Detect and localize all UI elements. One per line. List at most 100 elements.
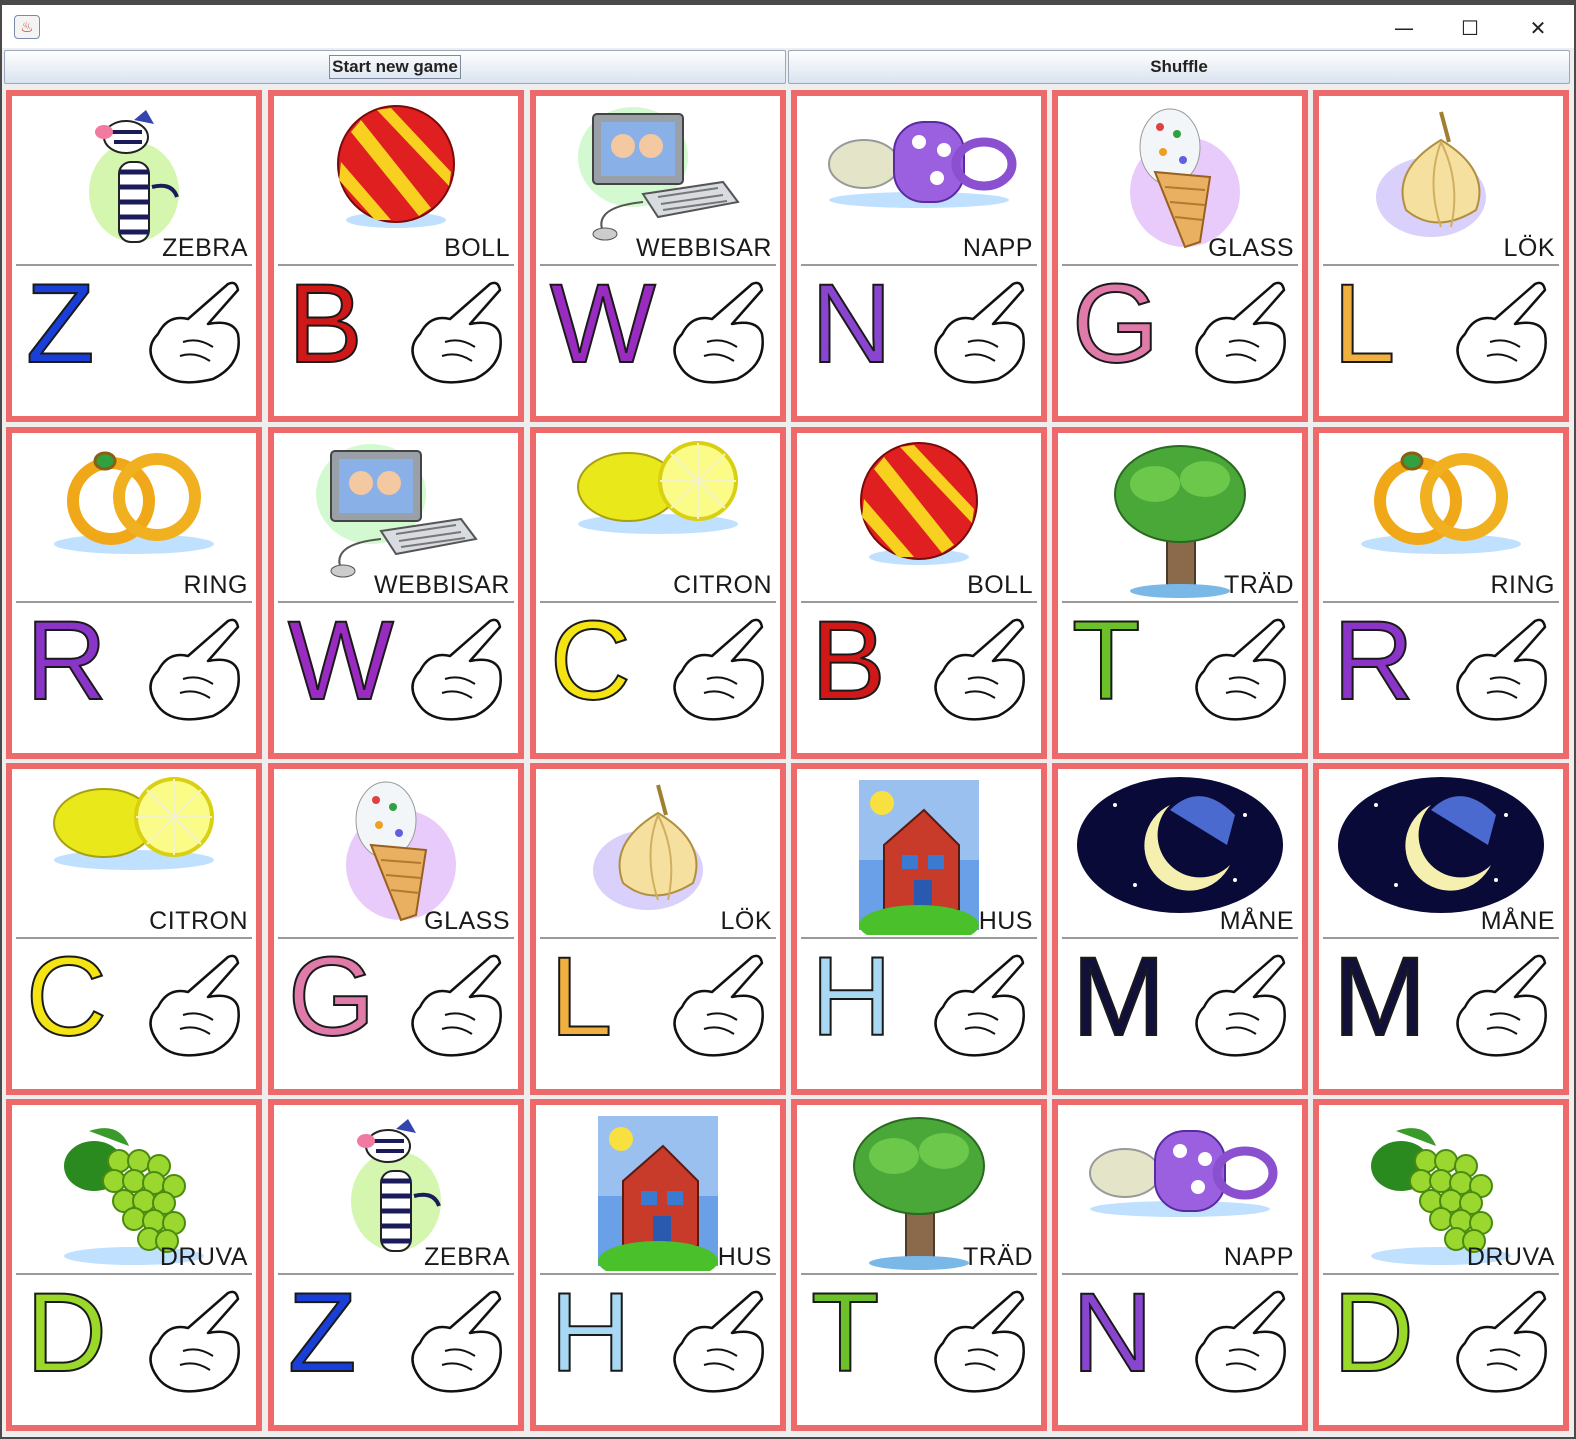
pacifier-icon [1058,1105,1302,1265]
card[interactable]: WEBBISAR W [268,427,524,759]
card[interactable]: BOLL B [268,90,524,422]
card[interactable]: GLASS G [268,763,524,1095]
onion-icon [536,769,780,929]
card[interactable]: HUS H [791,763,1047,1095]
card[interactable]: CITRON C [6,763,262,1095]
start-new-game-button[interactable]: Start new game [4,50,786,84]
lemon-icon [536,433,780,593]
card-word: BOLL [967,571,1033,599]
card-letter: R [25,598,108,723]
hand-sign-icon [1184,274,1294,399]
minimize-button[interactable]: — [1376,9,1432,47]
maximize-button[interactable]: ☐ [1442,9,1498,47]
card[interactable]: NAPP N [1052,1099,1308,1431]
card[interactable]: GLASS G [1052,90,1308,422]
card-word: WEBBISAR [636,234,772,262]
hand-sign-icon [1184,1283,1294,1408]
hand-sign-icon [1445,274,1555,399]
card[interactable]: LÖK L [530,763,786,1095]
hand-sign-icon [400,1283,510,1408]
card-letter: T [810,1270,880,1395]
hand-sign-icon [662,611,772,736]
card-letter: D [25,1270,108,1395]
card-word: BOLL [444,234,510,262]
card[interactable]: HUS H [530,1099,786,1431]
onion-icon [1319,96,1563,256]
card-word: TRÄD [1223,571,1294,599]
card-word: NAPP [1223,1243,1294,1271]
card-word: RING [183,571,248,599]
card[interactable]: MÅNE M [1313,763,1569,1095]
start-new-game-label: Start new game [329,55,461,79]
close-button[interactable]: ✕ [1510,9,1566,47]
zebra-icon [274,1105,518,1265]
card-word: CITRON [149,907,248,935]
card-letter: C [25,934,108,1059]
title-bar[interactable]: ♨ — ☐ ✕ [2,0,1574,48]
card-word: MÅNE [1480,907,1555,935]
card[interactable]: ZEBRA Z [6,90,262,422]
card-word: WEBBISAR [374,571,510,599]
card[interactable]: TRÄD T [1052,427,1308,759]
close-icon: ✕ [1529,16,1547,40]
card-word: RING [1490,571,1555,599]
hand-sign-icon [923,1283,1033,1408]
hand-sign-icon [1184,611,1294,736]
card-word: HUS [978,907,1033,935]
card-letter: R [1332,598,1415,723]
game-window: ♨ — ☐ ✕ Start new game Shuffle ZEBRA Z B… [0,0,1576,1439]
card-word: MÅNE [1219,907,1294,935]
card[interactable]: ZEBRA Z [268,1099,524,1431]
card-letter: Z [287,1270,357,1395]
hand-sign-icon [923,611,1033,736]
java-app-icon: ♨ [14,15,40,39]
card[interactable]: RING R [6,427,262,759]
card-word: DRUVA [1466,1243,1555,1271]
card[interactable]: RING R [1313,427,1569,759]
card-letter: G [1071,261,1160,386]
card-letter: W [287,598,395,723]
ball-icon [274,96,518,256]
pacifier-icon [797,96,1041,256]
card[interactable]: NAPP N [791,90,1047,422]
card-word: TRÄD [962,1243,1033,1271]
moon-icon [1319,769,1563,929]
tree-icon [797,1105,1041,1270]
card[interactable]: DRUVA D [1313,1099,1569,1431]
card[interactable]: DRUVA D [6,1099,262,1431]
hand-sign-icon [923,274,1033,399]
card-word: CITRON [673,571,772,599]
shuffle-button[interactable]: Shuffle [788,50,1570,84]
toolbar: Start new game Shuffle [2,48,1574,88]
computer-icon [274,433,518,593]
card-letter: Z [25,261,95,386]
card-letter: N [810,261,893,386]
hand-sign-icon [1184,947,1294,1072]
maximize-icon: ☐ [1461,16,1479,40]
card[interactable]: WEBBISAR W [530,90,786,422]
card-word: NAPP [962,234,1033,262]
card-letter: L [549,934,613,1059]
card[interactable]: MÅNE M [1052,763,1308,1095]
ball-icon [797,433,1041,593]
rings-icon [12,433,256,593]
ice-cream-icon [274,769,518,929]
card[interactable]: BOLL B [791,427,1047,759]
card-letter: D [1332,1270,1415,1395]
card-word: GLASS [1208,234,1294,262]
card[interactable]: CITRON C [530,427,786,759]
house-icon [797,769,1041,935]
hand-sign-icon [1445,947,1555,1072]
card[interactable]: TRÄD T [791,1099,1047,1431]
card-letter: B [287,261,364,386]
hand-sign-icon [923,947,1033,1072]
card-board: ZEBRA Z BOLL B WEBBISAR W NAPP N GLASS G… [2,90,1574,1435]
card-letter: M [1071,934,1166,1059]
card-word: ZEBRA [424,1243,510,1271]
grapes-icon [1319,1105,1563,1265]
card-letter: T [1071,598,1141,723]
minimize-icon: — [1394,16,1414,40]
grapes-icon [12,1105,256,1265]
card[interactable]: LÖK L [1313,90,1569,422]
card-letter: C [549,598,632,723]
